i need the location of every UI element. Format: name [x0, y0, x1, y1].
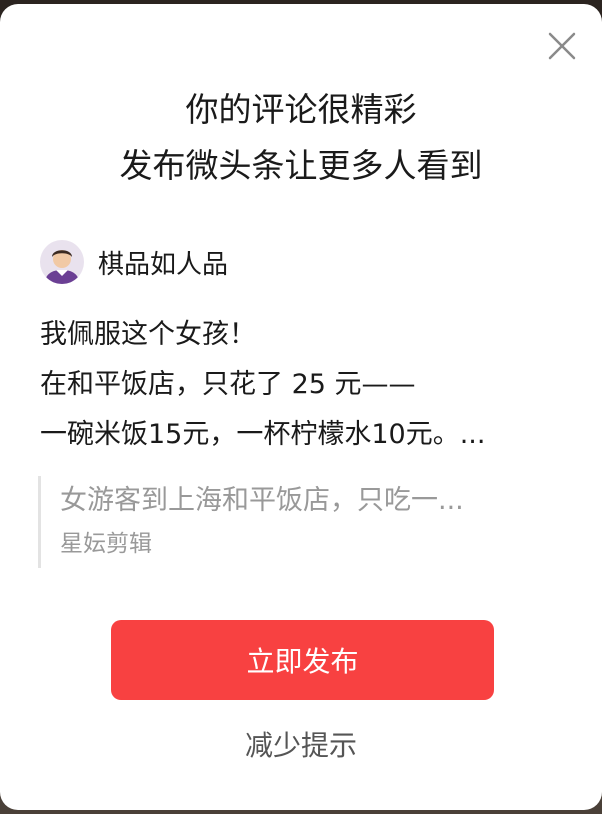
comment-line-2: 在和平饭店，只花了 25 元——: [40, 369, 416, 400]
quoted-article-source: 星妘剪辑: [60, 531, 152, 557]
quoted-article-title: 女游客到上海和平饭店，只吃一...: [60, 485, 464, 516]
comment-author: 棋品如人品: [40, 236, 228, 288]
reduce-prompts-link[interactable]: 减少提示: [0, 724, 602, 768]
close-icon: [548, 32, 576, 60]
close-button[interactable]: [546, 30, 578, 62]
headline-line-1: 你的评论很精彩: [185, 90, 417, 129]
comment-line-1: 我佩服这个女孩！: [40, 319, 256, 350]
quoted-article[interactable]: 女游客到上海和平饭店，只吃一... 星妘剪辑: [38, 476, 580, 568]
comment-text: 我佩服这个女孩！ 在和平饭店，只花了 25 元—— 一碗米饭15元，一杯柠檬水1…: [40, 310, 570, 460]
comment-line-3: 一碗米饭15元，一杯柠檬水10元。...: [40, 419, 486, 450]
publish-now-button[interactable]: 立即发布: [111, 620, 494, 700]
author-name: 棋品如人品: [98, 249, 229, 280]
dialog-headline: 你的评论很精彩 发布微头条让更多人看到: [0, 82, 602, 194]
headline-line-2: 发布微头条让更多人看到: [119, 146, 483, 185]
publish-prompt-dialog: 你的评论很精彩 发布微头条让更多人看到 棋品如人品 我佩服这个女孩！ 在和平饭店…: [0, 4, 602, 810]
avatar: [40, 240, 84, 284]
